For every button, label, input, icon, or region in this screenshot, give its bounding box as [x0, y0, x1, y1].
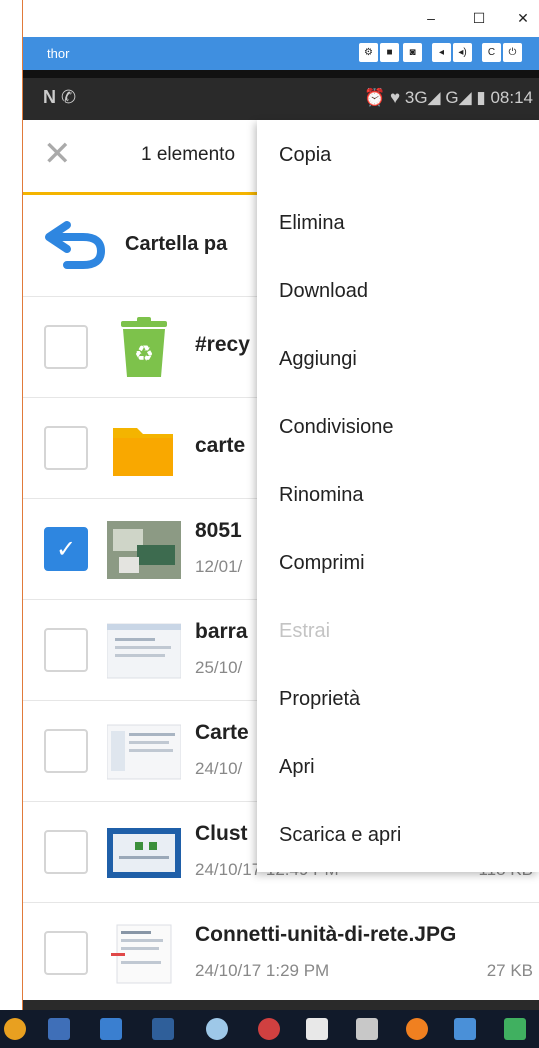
record-icon[interactable]: ■: [380, 43, 399, 62]
close-selection-icon[interactable]: ✕: [43, 134, 72, 174]
power-icon[interactable]: ⏻: [503, 43, 522, 62]
taskbar-app-icon[interactable]: [48, 1018, 70, 1040]
rotate-icon[interactable]: C: [482, 43, 501, 62]
menu-item-condivisione[interactable]: Condivisione: [279, 416, 394, 439]
taskbar-app-icon[interactable]: [258, 1018, 280, 1040]
file-name: Clust: [195, 822, 248, 845]
maximize-button[interactable]: ☐: [469, 8, 489, 28]
menu-item-estrai: Estrai: [279, 620, 331, 642]
emulator-toolbar: thor ⚙ ■ ◙ ◂ ◂) C ⏻: [23, 37, 539, 70]
windows-taskbar: [0, 1010, 539, 1048]
screenshot-thumbnail: [107, 623, 181, 679]
minimize-button[interactable]: –: [421, 8, 441, 28]
file-date: 25/10/: [195, 658, 243, 677]
file-name: 8051: [195, 519, 242, 542]
taskbar-app-icon[interactable]: [4, 1018, 26, 1040]
menu-item-scarica-e-apri[interactable]: Scarica e apri: [279, 824, 401, 847]
file-name: carte: [195, 434, 246, 457]
volume-down-icon[interactable]: ◂: [432, 43, 451, 62]
photo-thumbnail: [107, 521, 181, 579]
window-left-border: [0, 0, 23, 1010]
selection-count: 1 elemento: [141, 144, 236, 165]
row-checkbox[interactable]: [44, 830, 88, 874]
notification-icons: N ✆: [43, 87, 77, 107]
window-titlebar: – ☐ ✕: [23, 0, 539, 37]
menu-item-proprieta[interactable]: Proprietà: [279, 688, 360, 711]
file-date: 24/10/: [195, 759, 243, 778]
menu-item-rinomina[interactable]: Rinomina: [279, 484, 363, 507]
file-row-connetti[interactable]: Connetti-unità-di-rete.JPG 24/10/17 1:29…: [23, 903, 539, 1000]
menu-item-apri[interactable]: Apri: [279, 756, 315, 779]
taskbar-app-icon[interactable]: [504, 1018, 526, 1040]
file-size: 27 KB: [486, 961, 533, 980]
file-date: 24/10/17 1:29 PM: [195, 961, 330, 980]
taskbar-app-icon[interactable]: [100, 1018, 122, 1040]
context-menu: Copia Elimina Download Aggiungi Condivis…: [257, 120, 539, 872]
taskbar-app-icon[interactable]: [454, 1018, 476, 1040]
camera-icon[interactable]: ◙: [403, 43, 422, 62]
row-checkbox[interactable]: [44, 628, 88, 672]
menu-item-download[interactable]: Download: [279, 280, 368, 303]
calculator-icon[interactable]: [356, 1018, 378, 1040]
status-indicators: ⏰ ♥ 3G◢ G◢ ▮ 08:14: [364, 88, 533, 107]
row-checkbox-checked[interactable]: [44, 527, 88, 571]
screenshot-thumbnail: [107, 724, 181, 780]
taskbar-app-icon[interactable]: [206, 1018, 228, 1040]
row-checkbox[interactable]: [44, 931, 88, 975]
row-checkbox[interactable]: [44, 426, 88, 470]
svg-text:♻: ♻: [134, 342, 154, 367]
parent-folder-label: Cartella pa: [125, 233, 228, 255]
android-nav-bar: [23, 1000, 539, 1010]
screenshot-thumbnail: [107, 828, 181, 878]
screenshot-thumbnail: [111, 924, 172, 984]
file-name: barra: [195, 620, 248, 643]
close-window-button[interactable]: ✕: [513, 8, 533, 28]
device-name: thor: [47, 46, 70, 61]
recycle-bin-icon: ♻: [121, 317, 167, 377]
back-arrow-icon: [45, 221, 106, 269]
row-checkbox[interactable]: [44, 325, 88, 369]
menu-item-aggiungi[interactable]: Aggiungi: [279, 348, 357, 371]
menu-item-elimina[interactable]: Elimina: [279, 212, 345, 235]
folder-icon: [113, 428, 173, 476]
file-name: #recy: [195, 333, 250, 356]
file-name: Connetti-unità-di-rete.JPG: [195, 923, 457, 946]
taskbar-app-icon[interactable]: [406, 1018, 428, 1040]
taskbar-app-icon[interactable]: [152, 1018, 174, 1040]
emulator-window: – ☐ ✕ thor ⚙ ■ ◙ ◂ ◂) C ⏻ N ✆ ⏰ ♥ 3G◢ G◢…: [0, 0, 539, 1048]
settings-icon[interactable]: ⚙: [359, 43, 378, 62]
row-checkbox[interactable]: [44, 729, 88, 773]
file-date: 12/01/: [195, 557, 243, 576]
android-status-bar: N ✆ ⏰ ♥ 3G◢ G◢ ▮ 08:14: [23, 70, 539, 120]
taskbar-app-icon[interactable]: [306, 1018, 328, 1040]
menu-item-comprimi[interactable]: Comprimi: [279, 552, 365, 575]
file-name: Carte: [195, 721, 249, 744]
menu-item-copia[interactable]: Copia: [279, 144, 331, 167]
volume-up-icon[interactable]: ◂): [453, 43, 472, 62]
